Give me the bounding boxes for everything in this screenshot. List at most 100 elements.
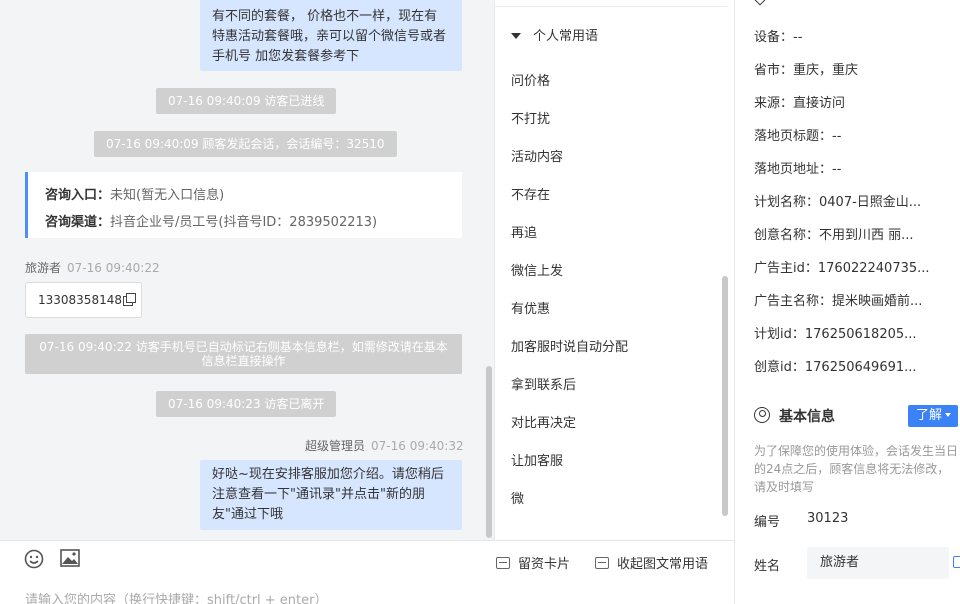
field-label: 落地页地址： [754, 162, 833, 177]
field-label: 计划名称： [754, 195, 820, 210]
phrase-item[interactable]: 有优惠 [511, 298, 550, 317]
agent-time: 07-16 09:40:32 [371, 439, 464, 453]
field-label: 广告主id： [754, 261, 818, 276]
phrase-item[interactable]: 微 [511, 488, 524, 507]
phrase-scrollbar[interactable] [722, 276, 728, 516]
collapse-phrases-button[interactable]: 收起图文常用语 [595, 553, 708, 572]
field-label: 设备： [754, 30, 794, 45]
system-notice-text: 07-16 09:40:23 访客已离开 [168, 397, 325, 411]
caret-down-icon [945, 413, 952, 417]
field-label: 广告主名称： [754, 294, 833, 309]
caret-down-icon [511, 33, 521, 39]
name-label: 姓名 [754, 559, 781, 574]
phrase-group-personal[interactable]: 个人常用语 [511, 25, 598, 44]
phrase-item[interactable]: 问价格 [511, 70, 550, 89]
chat-panel: 有不同的套餐， 价格也不一样，现在有特惠活动套餐哦，亲可以留个微信号或者手机号 … [0, 0, 494, 540]
name-field[interactable]: 旅游者 [807, 547, 949, 579]
lead-card-label: 留资卡片 [518, 557, 571, 572]
message-icon [595, 557, 609, 569]
consult-info-card: 咨询入口：未知(暂无入口信息) 咨询渠道：抖音企业号/员工号(抖音号ID：283… [25, 172, 462, 238]
field-source: 来源：直接访问 [754, 92, 845, 111]
field-value: 直接访问 [793, 96, 846, 111]
id-label: 编号 [754, 515, 781, 530]
field-value: -- [832, 129, 842, 144]
basic-info-title: 基本信息 [754, 406, 835, 426]
section-header-clipped [751, 0, 776, 7]
agent-name: 超级管理员 [305, 439, 366, 453]
message-input[interactable]: 请输入您的内容（换行快捷键：shift/ctrl + enter） [25, 589, 328, 604]
visitor-phone-text: 13308358148 [38, 293, 122, 307]
system-notice-text: 07-16 09:40:22 访客手机号已自动标记右侧基本信息栏，如需修改请在基… [39, 340, 448, 368]
basic-info-title-text: 基本信息 [779, 409, 835, 425]
field-plan-id: 计划id：176250618205... [754, 323, 917, 342]
system-notice-text: 07-16 09:40:09 访客已进线 [168, 94, 325, 108]
phrase-group-title: 个人常用语 [533, 29, 599, 44]
location-icon [751, 0, 769, 6]
consult-channel-value: 抖音企业号/员工号(抖音号ID：2839502213) [110, 215, 378, 230]
lead-card-button[interactable]: 留资卡片 [496, 553, 570, 572]
field-value: 重庆，重庆 [793, 63, 859, 78]
phrase-item[interactable]: 微信上发 [511, 260, 563, 279]
field-label: 创意名称： [754, 228, 820, 243]
edit-icon[interactable] [953, 556, 960, 568]
chat-scrollbar[interactable] [486, 366, 492, 538]
field-landing-title: 落地页标题：-- [754, 125, 841, 144]
emoji-icon[interactable] [24, 549, 44, 569]
edit-deadline-notice: 为了保障您的使用体验，会话发生当日的24点之后，顾客信息将无法修改，请及时填写 [754, 444, 959, 494]
consult-channel-row: 咨询渠道：抖音企业号/员工号(抖音号ID：2839502213) [45, 209, 462, 236]
image-icon[interactable] [60, 549, 80, 567]
phrase-item[interactable]: 拿到联系后 [511, 374, 576, 393]
visitor-name: 旅游者 [25, 261, 62, 275]
field-advertiser-id: 广告主id：176022240735... [754, 257, 930, 276]
system-notice-enter: 07-16 09:40:09 访客已进线 [156, 88, 337, 114]
field-label: 来源： [754, 96, 794, 111]
visitor-info-panel: 设备：-- 省市：重庆，重庆 来源：直接访问 落地页标题：-- 落地页地址：--… [734, 0, 960, 604]
field-region: 省市：重庆，重庆 [754, 59, 858, 78]
id-value: 30123 [807, 511, 849, 526]
message-text: 有不同的套餐， 价格也不一样，现在有特惠活动套餐哦，亲可以留个微信号或者手机号 … [212, 9, 447, 64]
field-label: 计划id： [754, 327, 805, 342]
phrase-item[interactable]: 对比再决定 [511, 412, 576, 431]
agent-message-bubble: 好哒~现在安排客服加您介绍。请您稍后注意查看一下"通讯录"并点击"新的朋友"通过… [200, 460, 462, 530]
copy-icon[interactable] [122, 293, 136, 306]
field-value: 176250618205... [804, 327, 917, 342]
consult-channel-label: 咨询渠道： [45, 215, 111, 230]
field-label: 创意id： [754, 360, 805, 375]
phrase-item[interactable]: 让加客服 [511, 450, 563, 469]
user-circle-icon [754, 407, 770, 423]
agent-sender-line: 超级管理员 07-16 09:40:32 [305, 437, 464, 454]
system-notice-session-start: 07-16 09:40:09 顾客发起会话，会话编号：32510 [94, 131, 397, 157]
phrase-item[interactable]: 活动内容 [511, 146, 563, 165]
phrase-item[interactable]: 不存在 [511, 184, 550, 203]
divider [495, 6, 727, 7]
quick-phrase-panel: 个人常用语 问价格 不打扰 活动内容 不存在 再追 微信上发 有优惠 加客服时说… [494, 0, 734, 540]
field-value: 176250649691... [804, 360, 917, 375]
field-label: 落地页标题： [754, 129, 833, 144]
consult-entry-label: 咨询入口： [45, 188, 111, 203]
visitor-phone-message[interactable]: 13308358148 [25, 282, 142, 318]
field-creative-name: 创意名称：不用到川西 丽... [754, 224, 914, 243]
field-value: 不用到川西 丽... [819, 228, 914, 243]
field-device: 设备：-- [754, 26, 802, 45]
consult-entry-value: 未知(暂无入口信息) [110, 188, 225, 203]
learn-more-button[interactable]: 了解 [908, 405, 958, 427]
message-input-bar: 留资卡片 收起图文常用语 请输入您的内容（换行快捷键：shift/ctrl + … [0, 540, 734, 604]
field-plan-name: 计划名称：0407-日照金山... [754, 191, 921, 210]
field-value: 176022240735... [817, 261, 930, 276]
field-value: -- [793, 30, 803, 45]
phrase-item[interactable]: 不打扰 [511, 108, 550, 127]
consult-entry-row: 咨询入口：未知(暂无入口信息) [45, 182, 462, 209]
field-value: -- [832, 162, 842, 177]
system-notice-phone-tagged: 07-16 09:40:22 访客手机号已自动标记右侧基本信息栏，如需修改请在基… [25, 334, 462, 374]
field-advertiser-name: 广告主名称：提米映画婚前... [754, 290, 922, 309]
field-label: 省市： [754, 63, 794, 78]
system-notice-text: 07-16 09:40:09 顾客发起会话，会话编号：32510 [106, 137, 385, 151]
field-landing-url: 落地页地址：-- [754, 158, 841, 177]
agent-message-bubble: 有不同的套餐， 价格也不一样，现在有特惠活动套餐哦，亲可以留个微信号或者手机号 … [200, 0, 462, 71]
field-value: 0407-日照金山... [819, 195, 922, 210]
field-value: 提米映画婚前... [832, 294, 923, 309]
message-text: 好哒~现在安排客服加您介绍。请您稍后注意查看一下"通讯录"并点击"新的朋友"通过… [212, 467, 444, 522]
learn-more-label: 了解 [916, 408, 943, 423]
phrase-item[interactable]: 加客服时说自动分配 [511, 336, 628, 355]
phrase-item[interactable]: 再追 [511, 222, 537, 241]
